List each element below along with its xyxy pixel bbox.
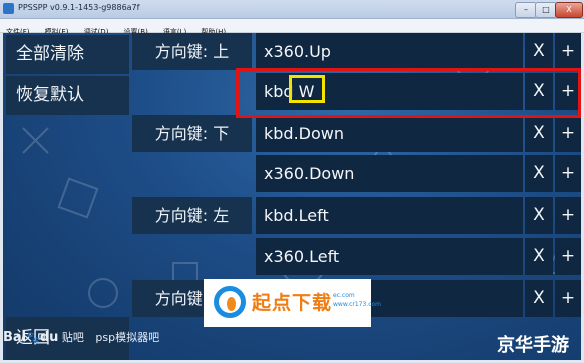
site-domain: ec.com [333, 292, 355, 299]
add-binding-button[interactable]: + [555, 115, 581, 152]
binding-left-kbd[interactable]: kbd.Left [256, 197, 523, 234]
site-logo-icon [214, 286, 246, 318]
binding-down-x360[interactable]: x360.Down [256, 155, 523, 192]
delete-binding-button[interactable]: X [525, 197, 553, 234]
close-button[interactable]: X [555, 2, 583, 18]
key-label-down: 方向键: 下 [132, 115, 252, 152]
forum-label: psp模拟器吧 [95, 331, 160, 344]
tieba-label: 贴吧 [61, 331, 84, 344]
site-watermark: 起点下载 ec.com www.cr173.com [204, 279, 381, 327]
maximize-button[interactable]: □ [535, 2, 557, 18]
baidu-watermark: Bai🐾du 贴吧 psp模拟器吧 [3, 329, 159, 345]
delete-binding-button[interactable]: X [525, 115, 553, 152]
key-label-up: 方向键: 上 [132, 33, 252, 70]
delete-binding-button[interactable]: X [525, 280, 553, 317]
add-binding-button[interactable]: + [555, 238, 581, 275]
window-title: PPSSPP v0.9.1-1453-g9886a7f [18, 3, 140, 12]
baidu-logo-text: Bai [3, 330, 27, 345]
binding-up-x360[interactable]: x360.Up [256, 33, 523, 70]
restore-defaults-button[interactable]: 恢复默认 [6, 76, 129, 115]
add-binding-button[interactable]: + [555, 280, 581, 317]
menu-bar: 文件(F) 模拟(E) 调试(D) 设置(B) 语言(L) 帮助(H) [0, 19, 584, 36]
title-bar: PPSSPP v0.9.1-1453-g9886a7f – □ X [0, 0, 584, 19]
binding-down-kbd[interactable]: kbd.Down [256, 115, 523, 152]
add-binding-button[interactable]: + [555, 33, 581, 70]
add-binding-button[interactable]: + [555, 197, 581, 234]
emulator-window: PPSSPP v0.9.1-1453-g9886a7f – □ X 文件(F) … [0, 0, 584, 363]
highlight-box [236, 68, 581, 118]
binding-left-x360[interactable]: x360.Left [256, 238, 523, 275]
baidu-logo-du: du [39, 330, 59, 345]
site-url: www.cr173.com [333, 301, 382, 308]
site-name: 起点下载 [252, 292, 333, 314]
delete-binding-button[interactable]: X [525, 238, 553, 275]
app-icon [3, 3, 14, 14]
key-highlight-box [289, 75, 325, 103]
key-label-left: 方向键: 左 [132, 197, 252, 234]
delete-binding-button[interactable]: X [525, 155, 553, 192]
delete-binding-button[interactable]: X [525, 33, 553, 70]
corner-watermark: 京华手游 [497, 335, 569, 356]
add-binding-button[interactable]: + [555, 155, 581, 192]
paw-icon: 🐾 [26, 331, 40, 344]
clear-all-button[interactable]: 全部清除 [6, 35, 129, 74]
minimize-button[interactable]: – [515, 2, 537, 18]
